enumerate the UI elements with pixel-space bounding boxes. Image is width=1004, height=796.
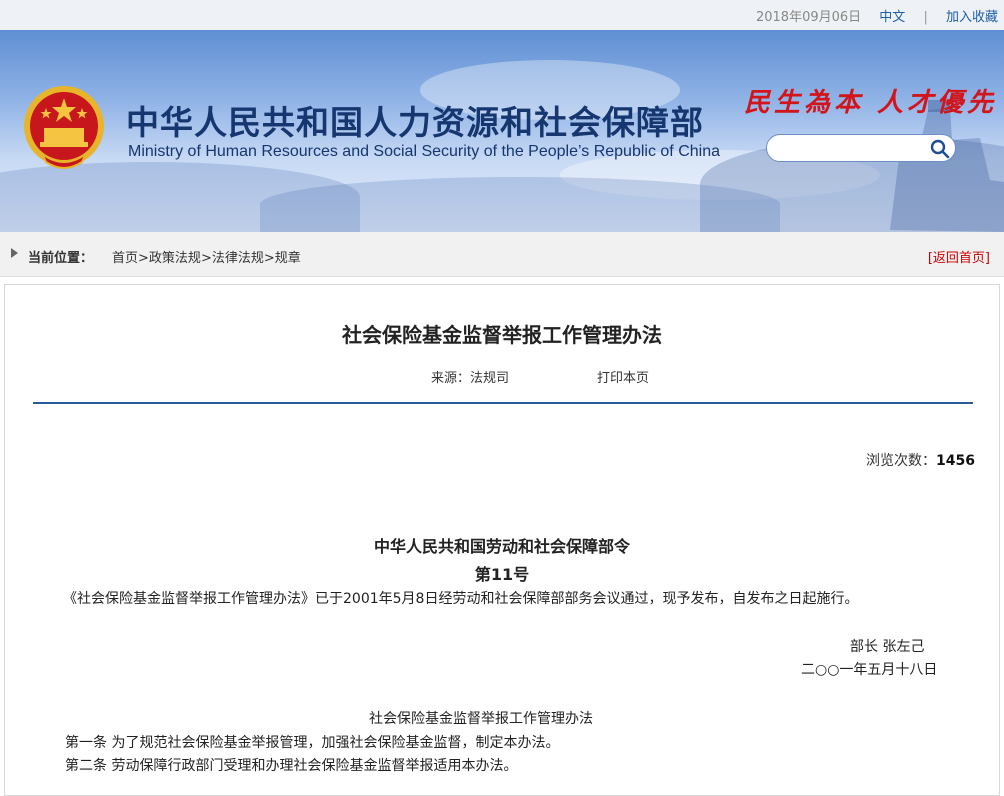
breadcrumb-separator: > [263,251,275,266]
breadcrumb: 首页>政策法规>法律法规>规章 [112,247,301,266]
location-label: 当前位置： [28,251,94,266]
national-emblem-icon [24,86,104,169]
document-heading: 社会保险基金监督举报工作管理办法 [369,711,593,727]
site-title-english: Ministry of Human Resources and Social S… [128,143,720,160]
view-count: 浏览次数：1456 [866,450,975,470]
order-number: 第11号 [474,565,530,584]
site-slogan: 民生為本 人才優先 [744,88,998,118]
search-input[interactable] [777,139,929,159]
view-count-value: 1456 [936,453,975,469]
language-link[interactable]: 中文 [879,10,905,25]
breadcrumb-regulations[interactable]: 规章 [275,251,301,266]
order-title: 中华人民共和国劳动和社会保障部令 [373,537,630,556]
article-source: 来源：法规司 [431,371,510,386]
topbar-separator: | [923,10,928,25]
current-date: 2018年09月06日 [755,10,862,25]
breadcrumb-policy[interactable]: 政策法规 [149,251,201,266]
title-divider [33,402,973,404]
breadcrumb-separator: > [200,251,212,266]
article-title: 社会保险基金监督举报工作管理办法 [342,323,662,347]
location-bar: 当前位置： 首页>政策法规>法律法规>规章 [返回首页] [0,232,1004,277]
signer: 部长 张左己 [850,639,925,655]
site-banner: 中华人民共和国人力资源和社会保障部 Ministry of Human Reso… [0,30,1004,232]
site-title-chinese: 中华人民共和国人力资源和社会保障部 [126,103,704,142]
sign-date: 二○○一年五月十八日 [801,662,938,678]
print-page-link[interactable]: 打印本页 [597,367,649,386]
top-utility-bar: 2018年09月06日 中文 | 加入收藏 [0,0,1004,31]
breadcrumb-laws[interactable]: 法律法规 [212,251,264,266]
site-search-box [766,134,956,162]
back-home-link[interactable]: [返回首页] [928,247,990,266]
article-panel: 社会保险基金监督举报工作管理办法 来源：法规司 打印本页 浏览次数：1456 中… [4,284,1000,796]
breadcrumb-separator: > [138,251,149,266]
location-arrow-icon [11,248,18,258]
view-count-label: 浏览次数： [866,453,937,469]
top-utility-links: 2018年09月06日 中文 | 加入收藏 [756,6,998,25]
article-clause-2: 第二条 劳动保障行政部门受理和办理社会保险基金监督举报适用本办法。 [65,758,518,774]
order-intro: 《社会保险基金监督举报工作管理办法》已于2001年5月8日经劳动和社会保障部部务… [63,591,859,607]
search-icon[interactable] [929,138,951,160]
breadcrumb-home[interactable]: 首页 [112,251,138,266]
article-clause-1: 第一条 为了规范社会保险基金举报管理，加强社会保险基金监督，制定本办法。 [65,735,560,751]
add-favorite-link[interactable]: 加入收藏 [946,10,998,25]
